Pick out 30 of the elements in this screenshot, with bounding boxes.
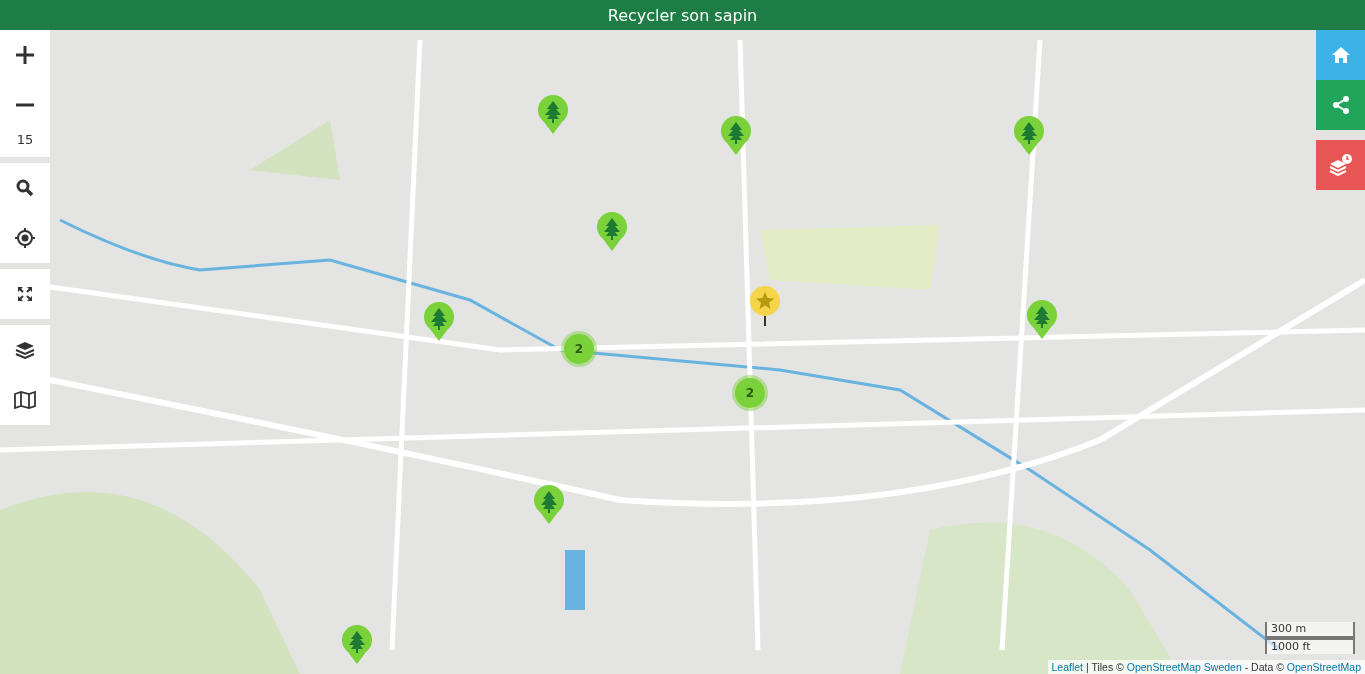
map-icon bbox=[14, 391, 36, 409]
star-marker[interactable] bbox=[749, 286, 781, 326]
pond-area bbox=[565, 550, 585, 610]
tree-marker[interactable] bbox=[533, 485, 565, 525]
attribution-link[interactable]: OpenStreetMap bbox=[1286, 661, 1361, 673]
layers-history-button[interactable] bbox=[1316, 140, 1365, 190]
attribution-text: Leaflet | Tiles © OpenStreetMap Sweden - Data © OpenStreetMap bbox=[1047, 660, 1365, 674]
home-icon bbox=[1330, 46, 1351, 64]
attribution-link[interactable]: OpenStreetMap Sweden bbox=[1126, 661, 1242, 673]
attribution-link[interactable]: Leaflet bbox=[1051, 661, 1084, 673]
tree-marker[interactable] bbox=[423, 302, 455, 342]
layers-icon bbox=[15, 341, 35, 359]
scale-imperial: 1000 ft bbox=[1265, 638, 1355, 654]
zoom-level: 15 bbox=[16, 131, 34, 149]
tree-marker[interactable] bbox=[1026, 300, 1058, 340]
tree-marker[interactable] bbox=[341, 625, 373, 665]
minus-icon bbox=[15, 103, 35, 107]
layers-clock-icon bbox=[1328, 154, 1353, 176]
tree-marker[interactable] bbox=[537, 95, 569, 135]
expand-icon bbox=[17, 286, 33, 302]
app-title: Recycler son sapin bbox=[607, 5, 758, 25]
search-icon bbox=[16, 179, 34, 197]
plus-icon bbox=[15, 45, 35, 65]
share-icon bbox=[1330, 95, 1351, 115]
scale-metric: 300 m bbox=[1265, 622, 1355, 638]
share-button[interactable] bbox=[1316, 80, 1365, 130]
tree-marker[interactable] bbox=[720, 116, 752, 156]
tree-marker[interactable] bbox=[596, 212, 628, 252]
tree-marker[interactable] bbox=[1013, 116, 1045, 156]
crosshair-icon bbox=[15, 228, 35, 248]
